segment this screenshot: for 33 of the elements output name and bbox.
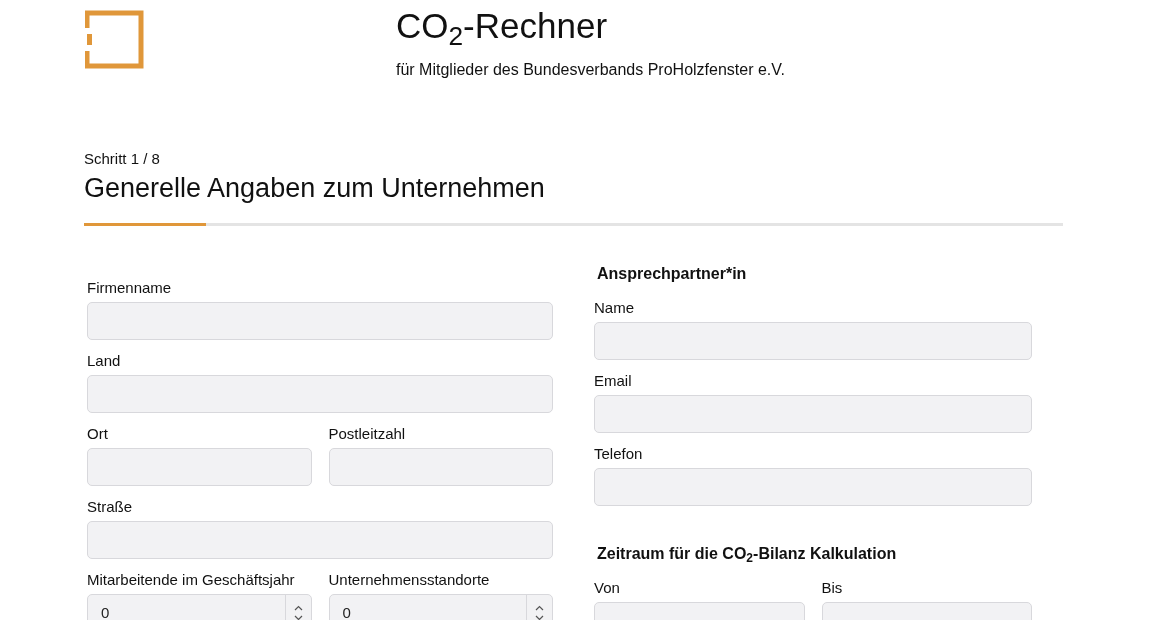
field-label: Mitarbeitende im Geschäftsjahr [87, 570, 296, 590]
field-label: Telefon [594, 444, 644, 464]
field-label: Ort [87, 424, 109, 444]
section-heading: Zeitraum für die CO$_{2}$-Bilanz Kalkulation [597, 544, 898, 564]
step-title: Generelle Angaben zum Unternehmen [84, 172, 546, 205]
number-field[interactable]: 0 [328, 594, 553, 620]
input-field[interactable] [87, 302, 553, 340]
field-label: Unternehmensstandorte [328, 570, 491, 590]
chevron-up-icon[interactable] [535, 605, 544, 611]
number-field[interactable]: 0 [87, 594, 312, 620]
input-field[interactable] [328, 448, 553, 486]
input-field[interactable] [594, 322, 1032, 360]
input-field[interactable] [594, 468, 1032, 506]
field-label: Name [594, 298, 635, 318]
field-label: Postleitzahl [328, 424, 407, 444]
chevron-up-icon[interactable] [293, 605, 303, 611]
field-label: Straße [87, 497, 133, 517]
input-field[interactable] [87, 448, 312, 486]
field-label: Email [594, 371, 633, 391]
input-field[interactable] [594, 395, 1032, 433]
input-field[interactable] [87, 521, 553, 559]
field-label: Land [87, 351, 122, 371]
section-heading: Ansprechpartner*in [597, 264, 748, 284]
chevron-down-icon[interactable] [535, 615, 544, 620]
logo-icon [85, 10, 144, 69]
field-label: Von [594, 578, 621, 598]
chevron-down-icon[interactable] [293, 615, 303, 620]
step-counter: Schritt 1 / 8 [84, 150, 161, 168]
field-label: Firmenname [87, 278, 173, 298]
field-label: Bis [821, 578, 844, 598]
app-subtitle: für Mitglieder des Bundesverbands ProHolzfenster e.V. [396, 60, 785, 80]
input-field[interactable] [87, 375, 553, 413]
app-title: CO$_{2}$-Rechner [396, 6, 609, 46]
